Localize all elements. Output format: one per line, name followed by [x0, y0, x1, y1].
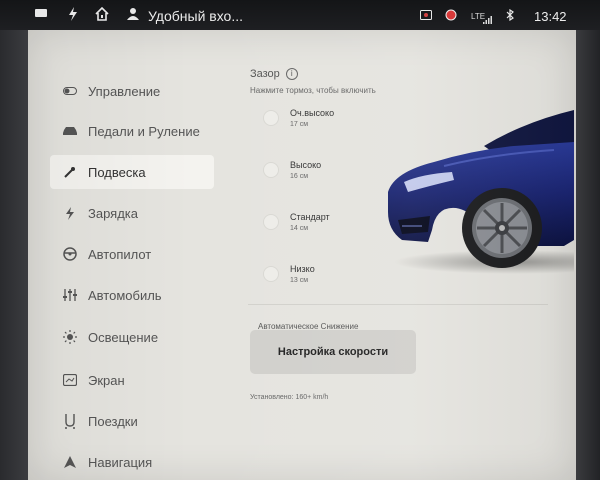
- sidebar-item-trips[interactable]: Поездки: [50, 404, 214, 438]
- height-option-radio[interactable]: [263, 214, 279, 230]
- steering-wheel-icon: [60, 247, 80, 261]
- record-icon[interactable]: [445, 9, 457, 24]
- option-value: 13 см: [290, 277, 309, 284]
- option-label: Оч.высоко: [290, 108, 335, 118]
- bezel-left: [0, 30, 28, 480]
- profile-name[interactable]: Удобный вхо...: [148, 8, 243, 24]
- info-icon[interactable]: i: [285, 68, 298, 80]
- home-icon[interactable]: [95, 6, 109, 24]
- sidebar-item-controls[interactable]: Управление: [50, 74, 214, 108]
- car-icon[interactable]: [34, 7, 48, 22]
- sidebar-item-charging[interactable]: Зарядка: [50, 196, 214, 230]
- sidebar-item-label: Автопилот: [88, 246, 152, 262]
- sidebar-item-navigation[interactable]: Навигация: [50, 445, 214, 479]
- settings-screen: Управление Педали и Руление Подвеска Зар…: [28, 30, 576, 480]
- display-icon: [60, 374, 80, 386]
- height-option-low[interactable]: Низко 13 см: [290, 264, 315, 284]
- camera-icon: [420, 9, 432, 24]
- sidebar-item-label: Зарядка: [88, 205, 138, 221]
- sidebar-item-label: Подвеска: [88, 164, 146, 180]
- sidebar-item-label: Педали и Руление: [88, 123, 200, 139]
- bluetooth-icon[interactable]: [506, 8, 514, 24]
- section-divider: [248, 304, 548, 305]
- car-icon: [60, 126, 80, 136]
- clock: 13:42: [534, 9, 567, 24]
- sidebar-item-suspension[interactable]: Подвеска: [50, 155, 214, 189]
- height-option-high[interactable]: Высоко 16 см: [290, 160, 321, 180]
- option-value: 14 см: [290, 225, 309, 232]
- sidebar-item-label: Поездки: [88, 413, 138, 429]
- option-value: 16 см: [290, 173, 309, 180]
- sidebar-item-lighting[interactable]: Освещение: [50, 320, 214, 354]
- installed-speed-text: Установлено: 160+ km/h: [250, 394, 329, 401]
- sliders-icon: [60, 288, 80, 302]
- sidebar-item-autopilot[interactable]: Автопилот: [50, 237, 214, 271]
- wrench-icon: [60, 166, 80, 178]
- sun-icon: [60, 330, 80, 344]
- clearance-title-text: Зазор: [250, 68, 280, 80]
- sidebar-item-vehicle[interactable]: Автомобиль: [50, 278, 214, 312]
- option-label: Высоко: [290, 160, 322, 170]
- brake-hint: Нажмите тормоз, чтобы включить: [250, 86, 376, 95]
- height-option-radio[interactable]: [263, 110, 279, 126]
- height-option-very-high[interactable]: Оч.высоко 17 см: [290, 108, 334, 128]
- status-bar: Удобный вхо... LTE 13:42: [0, 0, 600, 30]
- bezel-right: [576, 30, 600, 480]
- person-icon[interactable]: [127, 7, 139, 24]
- lightning-icon[interactable]: [68, 7, 78, 24]
- height-option-radio[interactable]: [263, 266, 279, 282]
- height-option-radio[interactable]: [263, 162, 279, 178]
- height-option-standard[interactable]: Стандарт 14 см: [290, 212, 330, 232]
- sidebar-item-label: Освещение: [88, 329, 159, 345]
- sidebar-item-pedals-steering[interactable]: Педали и Руление: [50, 114, 214, 148]
- sidebar-item-label: Автомобиль: [88, 287, 162, 303]
- sidebar-item-display[interactable]: Экран: [50, 363, 214, 397]
- clearance-title: Зазор i: [250, 68, 298, 80]
- sidebar-item-label: Навигация: [88, 454, 153, 470]
- trips-icon: [60, 413, 80, 429]
- option-label: Низко: [290, 264, 315, 274]
- sidebar-item-label: Экран: [88, 372, 125, 388]
- toggle-icon: [60, 87, 80, 95]
- signal-icon: [483, 12, 493, 27]
- navigation-arrow-icon: [60, 456, 80, 468]
- sidebar-item-label: Управление: [88, 83, 161, 99]
- car-illustration: [388, 110, 574, 274]
- option-label: Стандарт: [290, 212, 330, 222]
- speed-settings-button[interactable]: Настройка скорости: [250, 330, 416, 374]
- lightning-icon: [60, 206, 80, 220]
- option-value: 17 см: [290, 121, 309, 128]
